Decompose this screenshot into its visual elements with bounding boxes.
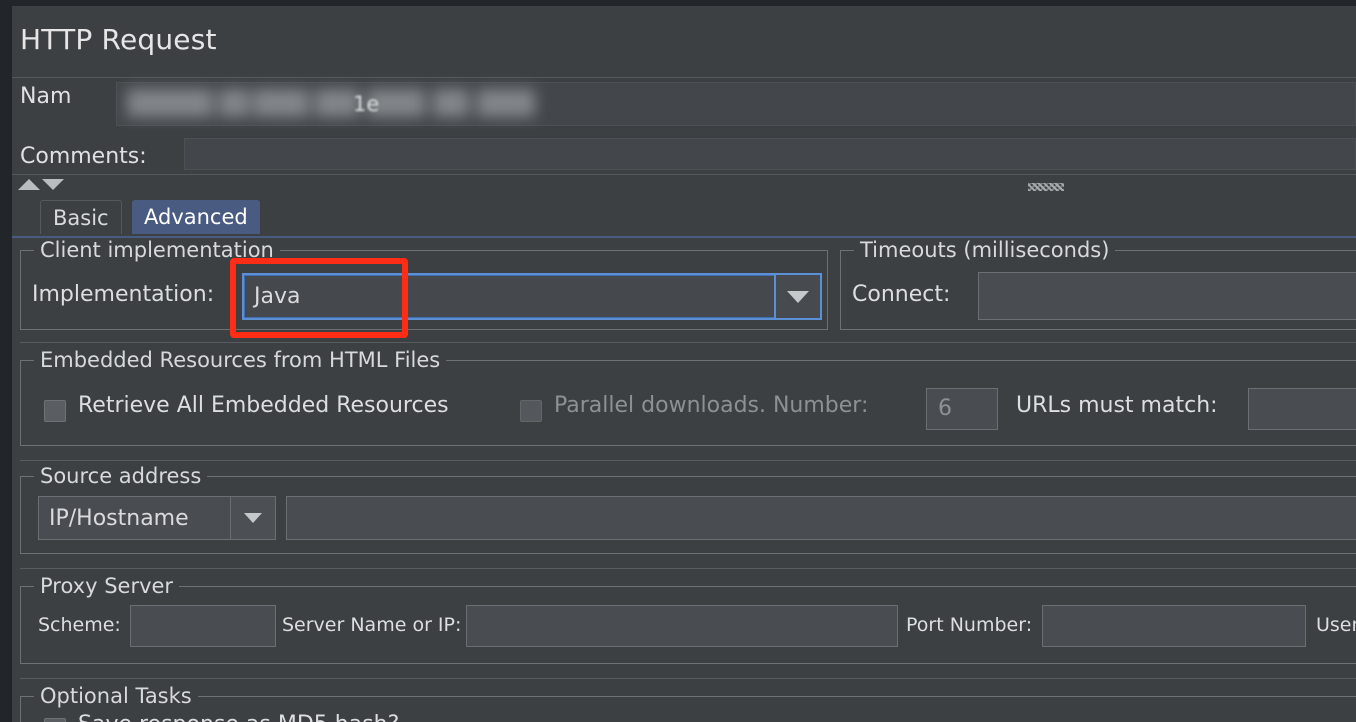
implementation-combobox[interactable]: Java [242,273,822,320]
proxy-scheme-input[interactable] [130,605,276,647]
redacted-name-fragment: 1e [353,92,380,116]
proxy-server-name-input[interactable] [466,605,898,647]
tab-bar: Basic Advanced [12,196,1356,238]
section-divider-3 [20,568,1356,569]
parallel-downloads-label: Parallel downloads. Number: [554,393,869,418]
implementation-value: Java [254,284,301,309]
save-md5-hash-label: Save response as MD5 hash? [78,712,399,722]
group-title-client-implementation: Client implementation [34,238,280,262]
group-title-source-address: Source address [34,464,208,488]
panel-title-bar: HTTP Request [12,6,1356,72]
section-divider-1 [20,342,1356,343]
connect-timeout-input[interactable] [978,272,1356,320]
retrieve-embedded-resources-label: Retrieve All Embedded Resources [78,393,449,418]
name-label: Nam [20,84,72,109]
urls-must-match-label: URLs must match: [1016,393,1218,418]
title-divider [12,77,1356,78]
comments-row: Comments: [12,138,1356,174]
http-request-panel: HTTP Request Nam 1e Comments: Basic Adva… [0,0,1356,722]
section-divider-2 [20,460,1356,461]
group-timeouts: Timeouts (milliseconds) Connect: [840,238,1356,330]
implementation-dropdown-button[interactable] [774,275,820,318]
splitter-collapse-controls[interactable] [18,179,64,190]
implementation-label: Implementation: [32,282,215,307]
source-address-input[interactable] [286,496,1356,540]
collapse-up-icon[interactable] [18,179,40,190]
splitter-bar[interactable] [12,174,1356,197]
group-optional-tasks: Optional Tasks Save response as MD5 hash… [20,684,1356,722]
parallel-downloads-checkbox[interactable] [520,400,542,422]
group-title-timeouts: Timeouts (milliseconds) [854,238,1116,262]
proxy-username-label: Usern [1316,614,1356,636]
retrieve-embedded-resources-checkbox[interactable] [44,400,66,422]
urls-must-match-input[interactable] [1248,388,1356,430]
tab-advanced[interactable]: Advanced [132,200,260,234]
save-md5-hash-checkbox[interactable] [44,718,66,722]
source-address-type-dropdown-button[interactable] [230,497,275,539]
proxy-port-label: Port Number: [906,614,1033,636]
group-title-proxy-server: Proxy Server [34,574,180,598]
group-title-optional-tasks: Optional Tasks [34,684,198,708]
section-divider-4 [20,678,1356,679]
connect-timeout-label: Connect: [852,282,951,307]
source-address-type-value: IP/Hostname [49,505,189,531]
comments-input[interactable] [184,138,1356,170]
tab-basic[interactable]: Basic [40,200,122,234]
chevron-down-icon [787,290,809,303]
splitter-grip-icon[interactable] [1028,183,1064,191]
redacted-name-value [127,87,537,121]
group-client-implementation: Client implementation Implementation: Ja… [20,238,828,330]
group-proxy-server: Proxy Server Scheme: Server Name or IP: … [20,574,1356,664]
group-title-embedded-resources: Embedded Resources from HTML Files [34,348,447,372]
collapse-down-icon[interactable] [42,179,64,190]
name-row: Nam 1e [12,81,1356,133]
parallel-downloads-number-value: 6 [938,396,952,421]
advanced-tab-content: Client implementation Implementation: Ja… [12,238,1356,722]
parallel-downloads-number-input[interactable]: 6 [926,388,998,430]
group-source-address: Source address IP/Hostname [20,464,1356,554]
chevron-down-icon [244,513,262,523]
comments-label: Comments: [20,143,147,169]
proxy-port-input[interactable] [1042,605,1306,647]
name-input[interactable]: 1e [116,82,1356,126]
source-address-type-combobox[interactable]: IP/Hostname [38,496,276,540]
page-title: HTTP Request [20,22,217,56]
group-embedded-resources: Embedded Resources from HTML Files Retri… [20,348,1356,446]
proxy-scheme-label: Scheme: [38,614,121,636]
proxy-server-name-label: Server Name or IP: [282,614,462,636]
